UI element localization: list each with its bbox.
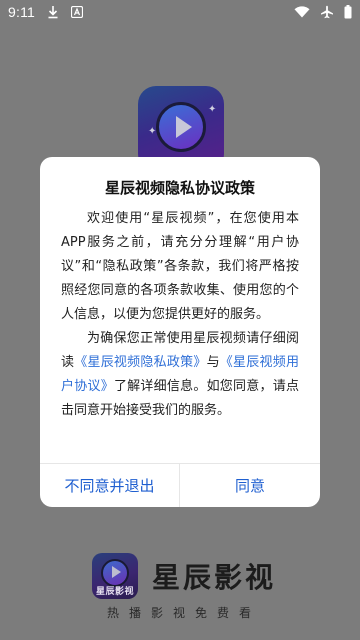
privacy-dialog: 星辰视频隐私协议政策 欢迎使用“星辰视频”，在您使用本APP服务之前，请充分分理…	[40, 157, 320, 507]
brand-row: 星辰影视 星辰影视	[92, 548, 276, 604]
sparkle-icon: ✦	[148, 126, 157, 137]
sparkle-icon: ✦	[208, 104, 217, 115]
agree-button[interactable]: 同意	[180, 464, 320, 507]
dialog-title: 星辰视频隐私协议政策	[104, 179, 255, 197]
dialog-paragraph-intro: 欢迎使用“星辰视频”，在您使用本APP服务之前，请充分分理解“用户协议”和“隐私…	[61, 211, 299, 322]
wifi-icon	[294, 6, 310, 18]
decline-exit-button[interactable]: 不同意并退出	[40, 464, 179, 507]
dialog-paragraph-links: 为确保您正常使用星辰视频请仔细阅读《星辰视频隐私政策》与《星辰视频用户协议》了解…	[61, 327, 299, 423]
app-logo-small: 星辰影视	[92, 553, 138, 599]
logo-text: 星辰影视	[95, 587, 134, 597]
play-icon	[176, 116, 192, 138]
para2-mid: 与	[206, 355, 220, 370]
app-name: 星辰影视	[152, 561, 277, 594]
notification-a-icon	[71, 6, 84, 18]
privacy-policy-link[interactable]: 《星辰视频隐私政策》	[74, 355, 206, 370]
status-time: 9:11	[8, 4, 36, 20]
airplane-mode-icon	[320, 5, 334, 19]
download-icon	[47, 5, 59, 19]
play-icon	[112, 566, 121, 578]
app-slogan: 热播影视免费看	[106, 606, 261, 620]
battery-icon	[344, 5, 352, 19]
dialog-body: 欢迎使用“星辰视频”，在您使用本APP服务之前，请充分分理解“用户协议”和“隐私…	[61, 207, 299, 423]
status-bar: 9:11	[0, 0, 360, 24]
